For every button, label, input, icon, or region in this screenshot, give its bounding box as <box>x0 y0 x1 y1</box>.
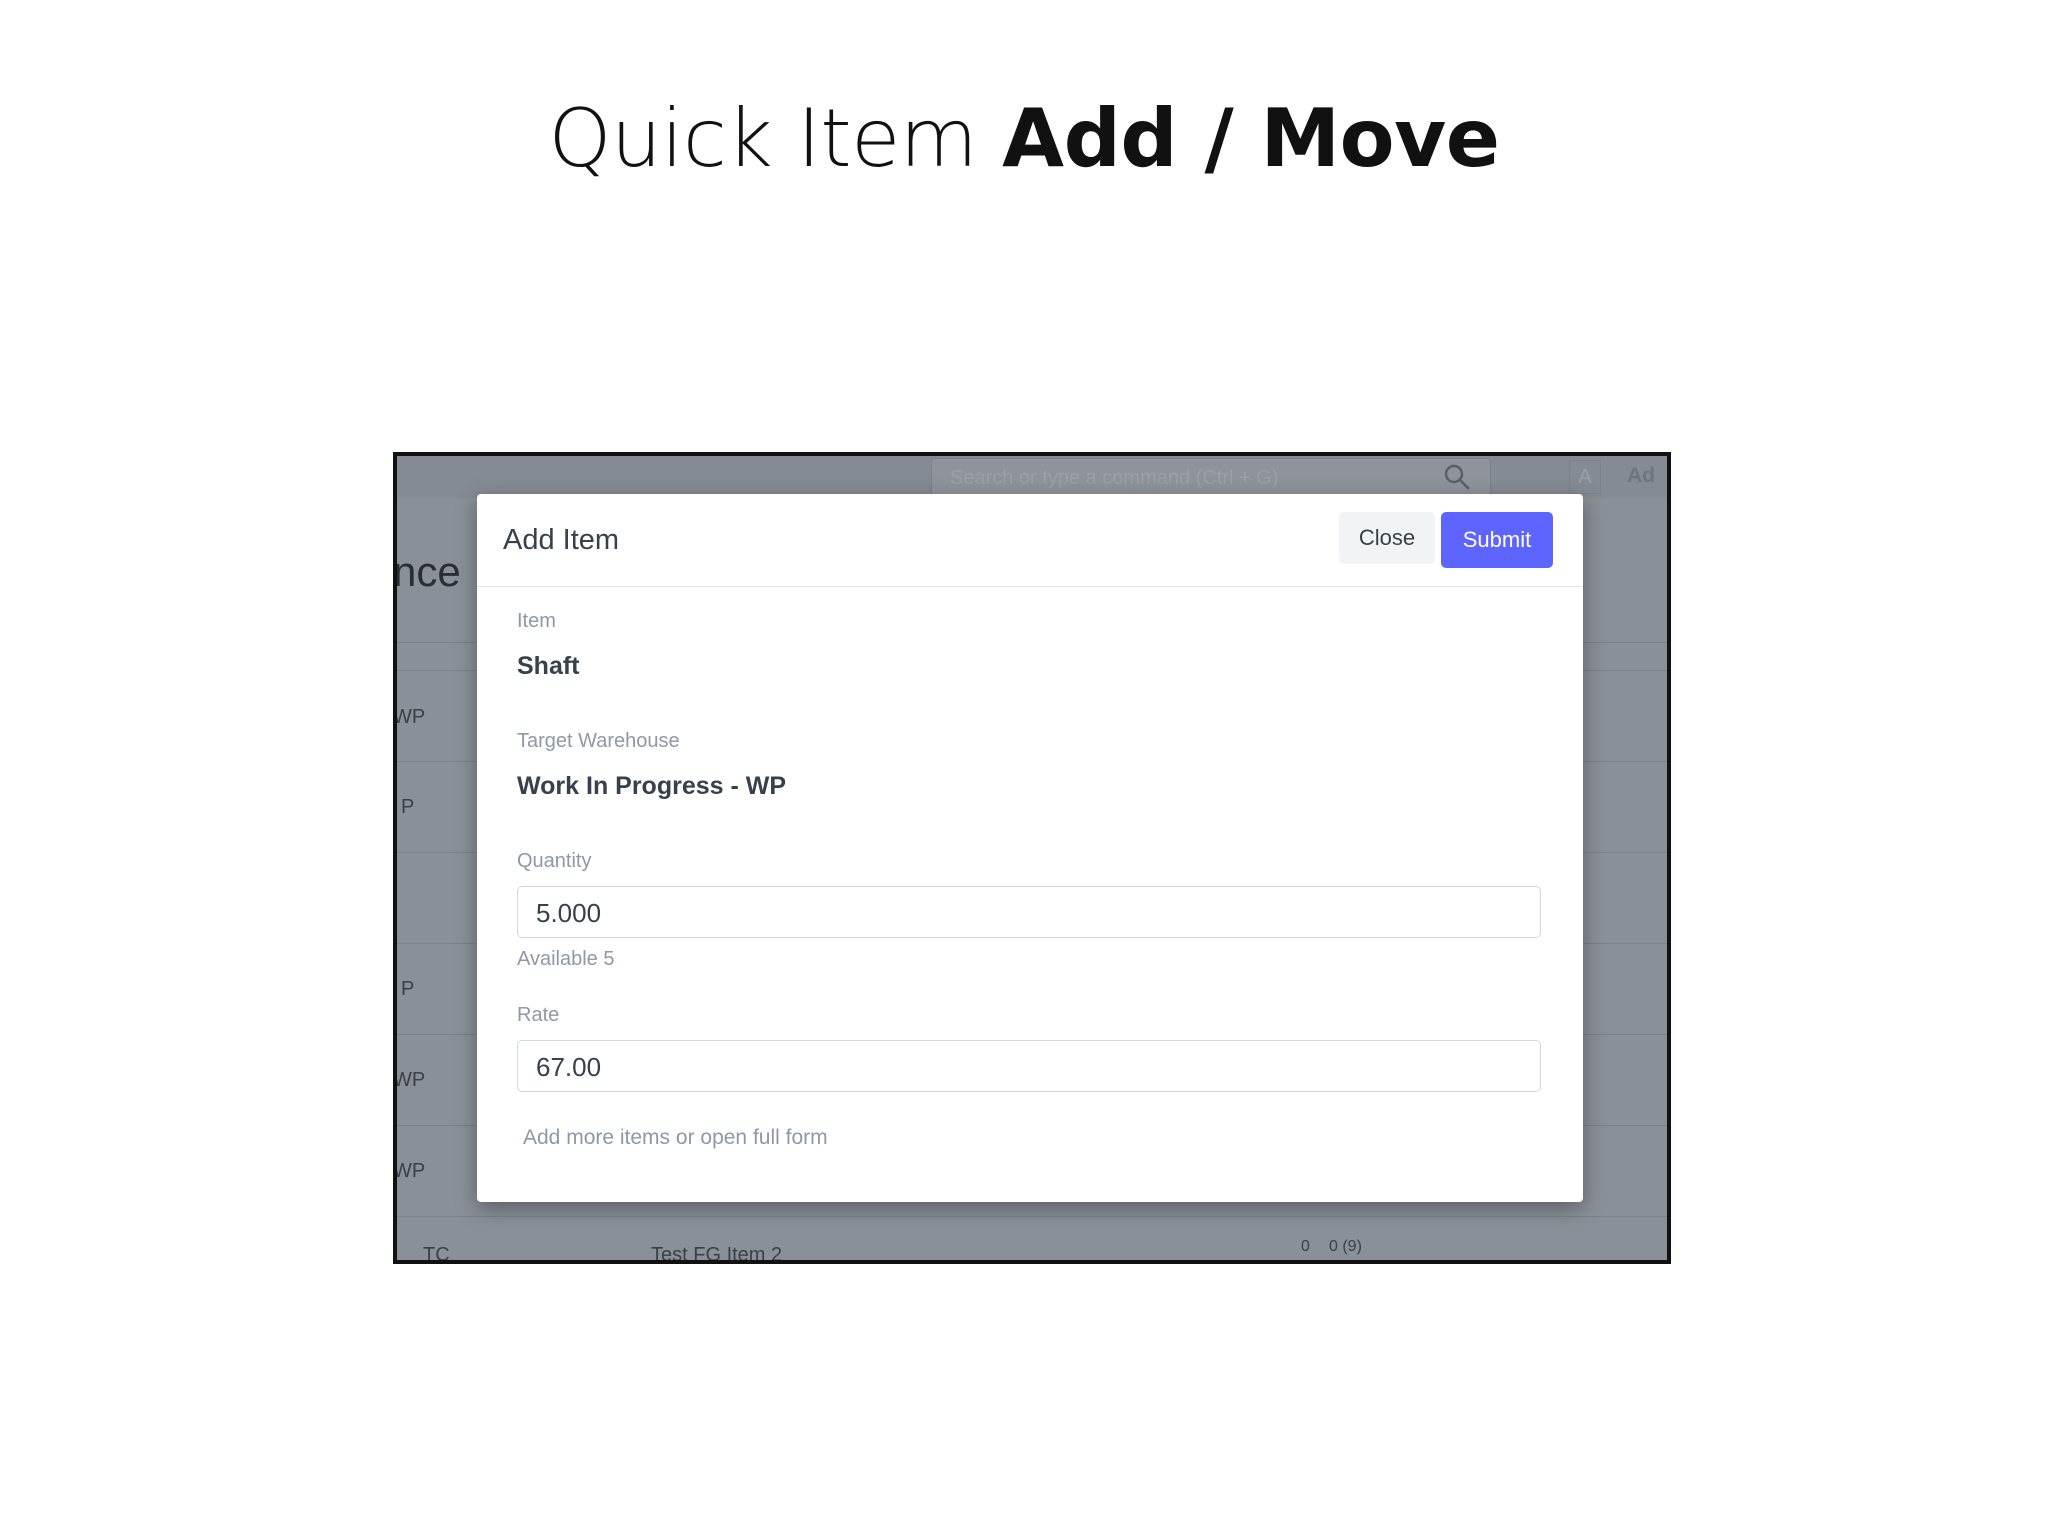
add-item-dialog: Add Item Close Submit Item Shaft Target … <box>477 494 1583 1202</box>
navbar: Search or type a command (Ctrl + G) A Ad <box>397 456 1667 498</box>
table-divider <box>397 1216 1667 1217</box>
dialog-header: Add Item Close Submit <box>477 494 1583 587</box>
table-row-qty: 0 <box>1301 1238 1310 1255</box>
table-row-code: WP <box>393 1069 426 1091</box>
table-row-item: Test FG Item 2 <box>651 1244 783 1264</box>
search-placeholder: Search or type a command (Ctrl + G) <box>950 467 1279 489</box>
search-input[interactable]: Search or type a command (Ctrl + G) <box>931 458 1491 496</box>
table-row-code: TC <box>423 1244 450 1264</box>
quantity-input[interactable]: 5.000 <box>517 886 1541 938</box>
avatar[interactable]: A <box>1569 460 1601 494</box>
item-value: Shaft <box>517 652 580 680</box>
search-icon[interactable] <box>1442 462 1472 492</box>
add-link[interactable]: Ad <box>1627 464 1655 488</box>
item-label: Item <box>517 610 556 632</box>
table-row-code: WP <box>393 706 426 728</box>
app-screenshot: Search or type a command (Ctrl + G) A Ad… <box>393 452 1671 1264</box>
full-form-link[interactable]: Add more items or open full form <box>523 1126 828 1150</box>
table-row-qty: 0 (9) <box>1329 1238 1362 1255</box>
page-heading: nce <box>393 548 461 595</box>
warehouse-label: Target Warehouse <box>517 730 680 752</box>
close-button[interactable]: Close <box>1339 512 1435 564</box>
warehouse-value: Work In Progress - WP <box>517 772 787 800</box>
rate-label: Rate <box>517 1004 560 1026</box>
submit-button[interactable]: Submit <box>1441 512 1553 568</box>
dialog-title: Add Item <box>503 524 620 556</box>
table-row-code: P <box>401 978 415 1000</box>
rate-input[interactable]: 67.00 <box>517 1040 1541 1092</box>
slide-title: Quick Item Add / Move <box>0 92 2048 185</box>
table-row-code: WP <box>393 1160 426 1182</box>
table-row-code: P <box>401 796 415 818</box>
quantity-label: Quantity <box>517 850 592 872</box>
available-text: Available 5 <box>517 948 615 970</box>
slide-title-light: Quick Item <box>548 92 1003 185</box>
slide-title-bold: Add / Move <box>1002 92 1500 185</box>
